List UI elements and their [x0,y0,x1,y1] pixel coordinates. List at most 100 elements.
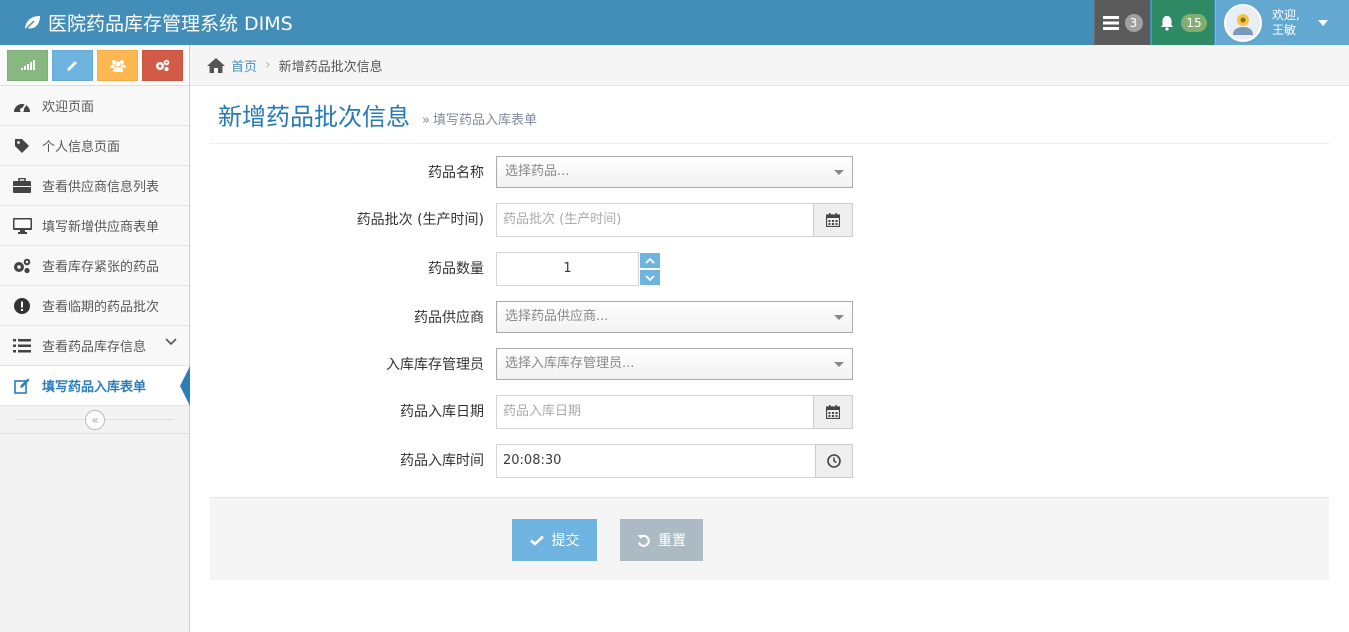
caret-down-icon [834,315,844,320]
supplier-select-placeholder: 选择药品供应商... [505,309,609,324]
sidebar-item-add-supplier[interactable]: 填写新增供应商表单 [0,206,189,246]
calendar-icon [826,405,840,419]
desktop-icon [12,216,32,236]
date-input-group: 药品入库日期 [496,395,853,429]
sidebar-item-label: 填写药品入库表单 [42,380,147,395]
sidebar-item-suppliers-list[interactable]: 查看供应商信息列表 [0,166,189,206]
sidebar: 欢迎页面 个人信息页面 查看供应商信息列表 填写新增供应商表单 查看库存紧张的药… [0,45,190,632]
breadcrumb-home-link[interactable]: 首页 [231,56,257,75]
sidebar-item-low-stock[interactable]: 查看库存紧张的药品 [0,246,189,286]
sidebar-item-label: 欢迎页面 [42,100,95,115]
angle-right-icon: › [265,57,271,73]
time-clock-button[interactable] [815,444,853,478]
user-greeting: 欢迎, [1272,7,1300,22]
quantity-stepper: 1 [496,252,661,286]
users-icon [109,59,126,72]
form-row-date: 药品入库日期 药品入库日期 [210,395,1329,429]
app-title: 医院药品库存管理系统 DIMS [48,13,293,35]
tachometer-icon [12,96,32,116]
notifications-badge: 15 [1181,13,1207,32]
avatar-icon [1233,13,1253,35]
batch-label: 药品批次 (生产时间) [356,212,484,228]
chevron-down-icon [165,338,177,346]
user-name: 王敏 [1272,22,1297,37]
batch-input-group: 药品批次 (生产时间) [496,203,853,237]
sidebar-item-expiring-batches[interactable]: 查看临期的药品批次 [0,286,189,326]
form-row-supplier: 药品供应商 选择药品供应商... [210,301,1329,335]
sidebar-collapse-button[interactable]: « [85,410,105,430]
form-row-time: 药品入库时间 20:08:30 [210,444,1329,478]
submit-button[interactable]: 提交 [512,519,597,561]
date-calendar-button[interactable] [813,395,853,429]
page-header: 新增药品批次信息 » 填写药品入库表单 [210,86,1329,144]
exclamation-circle-icon [12,296,32,316]
date-label: 药品入库日期 [400,404,484,420]
quantity-increment-button[interactable] [639,252,661,269]
time-label: 药品入库时间 [400,453,484,469]
date-input[interactable]: 药品入库日期 [496,395,814,429]
page-subtitle-text: 填写药品入库表单 [432,113,537,128]
drug-name-select[interactable]: 选择药品... [496,156,853,188]
caret-down-icon [1317,19,1328,26]
supplier-select[interactable]: 选择药品供应商... [496,301,853,333]
sidebar-item-profile[interactable]: 个人信息页面 [0,126,189,166]
shortcut-cogs-button[interactable] [142,49,183,81]
manager-select[interactable]: 选择入库库存管理员... [496,348,853,380]
signal-icon [20,60,35,70]
sidebar-item-label: 个人信息页面 [42,140,121,155]
batch-input[interactable]: 药品批次 (生产时间) [496,203,814,237]
double-angle-right-icon: » [422,113,430,128]
form-row-manager: 入库库存管理员 选择入库库存管理员... [210,348,1329,382]
submit-button-label: 提交 [551,533,580,549]
sidebar-item-label: 填写新增供应商表单 [42,220,160,235]
tag-icon [12,136,32,156]
avatar [1224,3,1262,42]
user-info: 欢迎, 王敏 [1272,8,1300,38]
chevron-up-icon [645,257,655,264]
shortcut-signal-button[interactable] [7,49,48,81]
calendar-icon [826,213,840,227]
reset-button-label: 重置 [658,533,686,549]
sidebar-item-label: 查看药品库存信息 [42,340,147,355]
sidebar-item-label: 查看库存紧张的药品 [42,260,160,275]
caret-down-icon [834,170,844,175]
quantity-input[interactable]: 1 [496,252,639,286]
form-row-batch: 药品批次 (生产时间) 药品批次 (生产时间) [210,203,1329,237]
cogs-icon [12,256,32,276]
sidebar-item-stock-info[interactable]: 查看药品库存信息 [0,326,189,366]
notifications-dropdown[interactable]: 15 [1151,0,1214,45]
shortcut-pencil-button[interactable] [52,49,93,81]
sidebar-item-welcome[interactable]: 欢迎页面 [0,86,189,126]
sidebar-item-label: 查看临期的药品批次 [42,300,160,315]
pencil-square-icon [12,376,32,396]
form-row-quantity: 药品数量 1 [210,252,1329,286]
breadcrumb: 首页 › 新增药品批次信息 [190,45,1349,86]
quantity-decrement-button[interactable] [639,269,661,286]
chevron-down-icon [645,274,655,281]
leaf-icon [24,15,40,31]
shortcut-users-button[interactable] [97,49,138,81]
user-menu[interactable]: 欢迎, 王敏 [1215,0,1349,45]
reset-button[interactable]: 重置 [620,519,703,561]
sidebar-item-stock-in-form[interactable]: 填写药品入库表单 [0,366,190,406]
list-icon [12,336,32,356]
page-title: 新增药品批次信息 [218,103,410,131]
caret-down-icon [834,362,844,367]
bell-icon [1161,15,1174,31]
supplier-label: 药品供应商 [414,310,484,326]
double-angle-left-icon: « [91,413,99,427]
tasks-dropdown[interactable]: 3 [1094,0,1150,45]
check-icon [529,535,544,546]
form-row-drug-name: 药品名称 选择药品... [210,156,1329,190]
brand[interactable]: 医院药品库存管理系统 DIMS [22,0,293,45]
tasks-badge: 3 [1124,13,1143,32]
undo-icon [637,534,650,547]
manager-select-placeholder: 选择入库库存管理员... [505,356,635,371]
batch-calendar-button[interactable] [813,203,853,237]
briefcase-icon [12,176,32,196]
drug-name-select-placeholder: 选择药品... [505,164,570,179]
breadcrumb-current: 新增药品批次信息 [278,59,383,75]
time-input[interactable]: 20:08:30 [496,444,816,478]
navbar: 医院药品库存管理系统 DIMS 3 15 欢迎, 王敏 [0,0,1349,45]
sidebar-item-label: 查看供应商信息列表 [42,180,160,195]
